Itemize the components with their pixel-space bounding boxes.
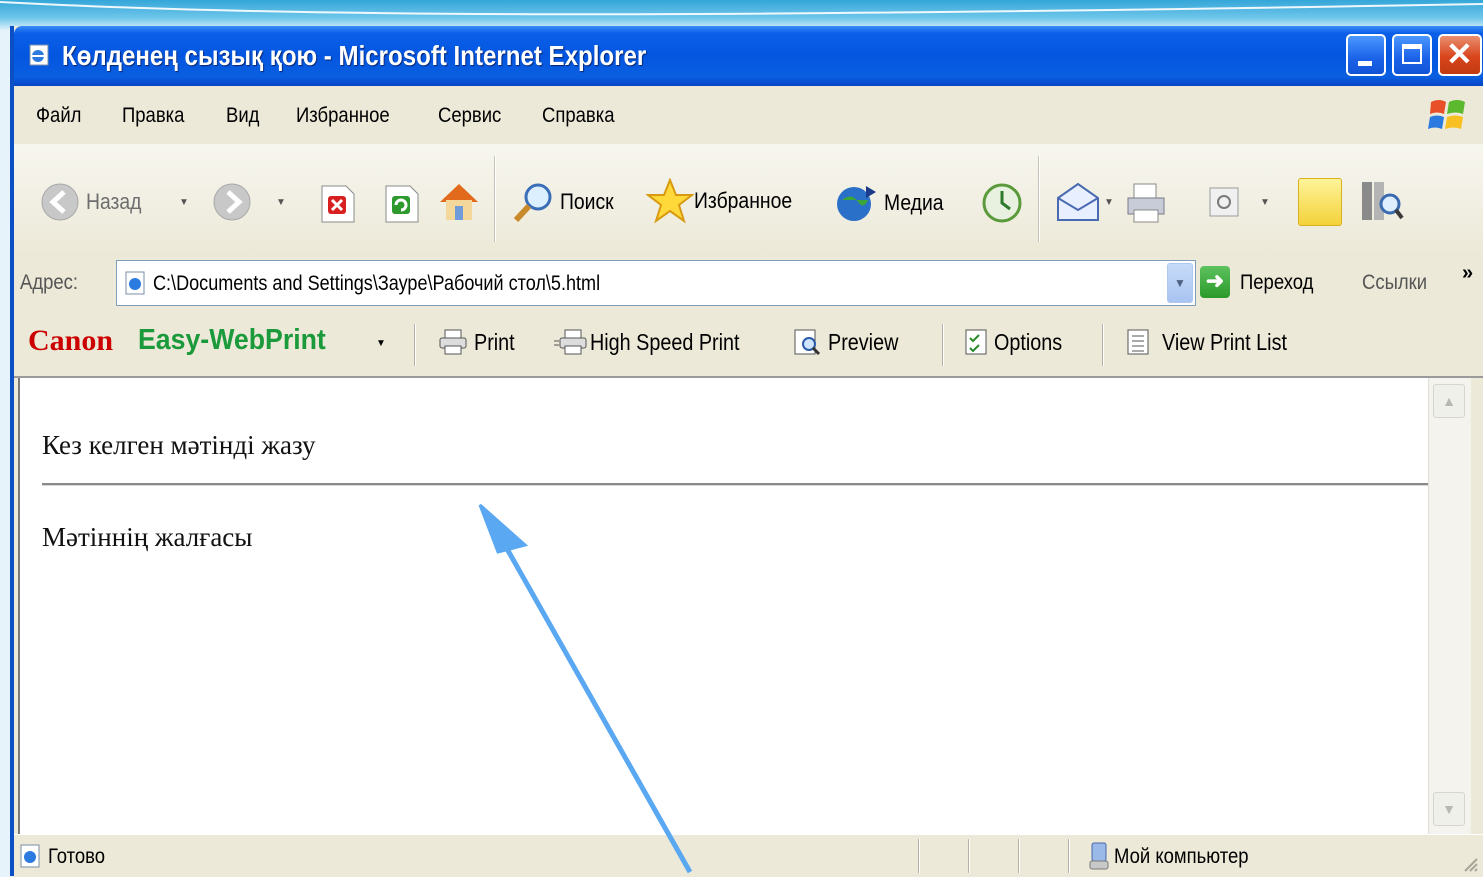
edit-dropdown-icon[interactable]: ▼ [1260,197,1270,208]
scroll-up-button[interactable]: ▲ [1433,384,1465,418]
chevron-more-icon[interactable]: » [1462,262,1473,285]
links-button[interactable]: Ссылки [1362,271,1427,295]
back-button[interactable]: Назад ▼ [40,182,189,222]
minimize-button[interactable] [1346,34,1386,76]
status-bar: Готово Мой компьютер [14,834,1483,877]
close-button[interactable]: ✕ [1438,34,1482,76]
canon-toolbar: Canon Easy-WebPrint ▼ Print High Speed P… [14,312,1483,378]
address-input[interactable]: C:\Documents and Settings\Зауре\Рабочий … [116,260,1196,306]
go-arrow-icon[interactable]: ➜ [1200,266,1230,298]
favorites-label: Избранное [694,188,793,213]
menu-tools[interactable]: Сервис [438,104,501,128]
research-icon[interactable] [1356,176,1406,226]
window-title: Көлденең сызық қою - Microsoft Internet … [62,40,647,71]
menu-view[interactable]: Вид [226,104,259,128]
back-arrow-icon [41,183,79,221]
scroll-down-button[interactable]: ▼ [1433,792,1465,826]
media-globe-icon [837,186,876,221]
menu-edit[interactable]: Правка [122,104,184,128]
easy-webprint-menu[interactable]: Easy-WebPrint [138,324,326,357]
forward-button[interactable]: ▼ [212,182,286,222]
menu-bar: Файл Правка Вид Избранное Сервис Справка [14,86,1483,145]
mail-dropdown-icon[interactable]: ▼ [1104,197,1114,208]
toolbar-separator [414,324,416,366]
back-dropdown-icon[interactable]: ▼ [179,197,189,208]
preview-button[interactable]: Preview [792,328,910,356]
mail-button[interactable]: ▼ [1054,180,1114,224]
stop-icon[interactable] [320,184,356,224]
edit-button[interactable]: ▼ [1208,186,1270,218]
canon-print-button[interactable]: Print [438,328,521,356]
media-button[interactable]: Медиа [834,182,952,224]
address-value: C:\Documents and Settings\Зауре\Рабочий … [153,272,601,295]
search-icon [513,183,552,223]
menu-favorites[interactable]: Избранное [296,104,390,128]
options-icon [965,329,987,355]
content-text-line: Мәтіннің жалғасы [42,522,253,552]
forward-dropdown-icon[interactable]: ▼ [276,197,286,208]
printer-icon [439,329,467,355]
preview-label: Preview [828,328,899,355]
mail-icon [1057,182,1099,221]
favorites-star-icon [646,178,694,224]
status-text: Готово [48,845,106,868]
media-label: Медиа [884,190,944,215]
options-button[interactable]: Options [964,328,1073,356]
toolbar-separator [1102,324,1104,366]
preview-icon [794,329,821,356]
high-speed-printer-icon [554,329,587,355]
status-separator [1018,839,1020,873]
canon-logo: Canon [28,324,114,357]
address-bar: Адрес: C:\Documents and Settings\Зауре\Р… [14,254,1483,313]
edit-page-icon [1209,187,1239,217]
messenger-note-icon[interactable] [1298,178,1342,226]
ie-page-icon [29,44,49,66]
high-speed-print-button[interactable]: High Speed Print [554,328,764,356]
content-text-line: Кез келген мәтінді жазу [42,430,316,460]
menu-file[interactable]: Файл [36,104,81,128]
favorites-button[interactable]: Избранное [646,178,806,224]
minimize-icon [1358,61,1372,66]
toolbar-separator [1038,156,1040,242]
address-label: Адрес: [20,271,79,294]
security-zone-label: Мой компьютер [1114,845,1249,868]
menu-help[interactable]: Справка [542,104,615,128]
my-computer-icon [1089,842,1109,870]
back-label: Назад [86,189,142,214]
title-bar[interactable]: Көлденең сызық қою - Microsoft Internet … [14,26,1483,86]
go-button[interactable]: Переход [1240,271,1313,295]
high-speed-print-label: High Speed Print [590,328,740,355]
maximize-icon [1402,44,1422,64]
print-list-icon [1127,329,1149,355]
ie-page-icon [20,844,40,868]
view-print-list-button[interactable]: View Print List [1126,328,1307,356]
ie-page-icon [125,271,145,295]
options-label: Options [994,328,1063,355]
address-dropdown-icon[interactable]: ▼ [1167,263,1193,303]
print-icon[interactable] [1124,182,1168,224]
close-icon: ✕ [1446,36,1473,72]
history-icon[interactable] [980,182,1024,224]
page-content: Кез келген мәтінді жазу Мәтіннің жалғасы [18,378,1430,834]
windows-logo-icon [1428,100,1465,129]
search-button[interactable]: Поиск [510,180,621,224]
forward-arrow-icon [213,183,251,221]
toolbar-separator [494,156,496,242]
toolbar-separator [942,324,944,366]
status-separator [968,839,970,873]
vertical-scrollbar[interactable]: ▲ ▼ [1428,378,1471,834]
maximize-button[interactable] [1392,34,1432,76]
resize-grip-icon[interactable] [1461,855,1479,873]
canon-print-label: Print [474,328,515,355]
refresh-icon[interactable] [384,184,420,224]
easy-webprint-dropdown-icon[interactable]: ▼ [376,338,386,349]
standard-toolbar: Назад ▼ ▼ Поиск Избранное Медиа ▼ ▼ [14,144,1483,255]
search-label: Поиск [560,189,614,214]
horizontal-rule [42,483,1430,486]
home-icon[interactable] [436,180,482,224]
view-print-list-label: View Print List [1162,328,1287,355]
status-separator [918,839,920,873]
status-separator [1068,839,1070,873]
browser-window: Көлденең сызық қою - Microsoft Internet … [10,26,1483,877]
